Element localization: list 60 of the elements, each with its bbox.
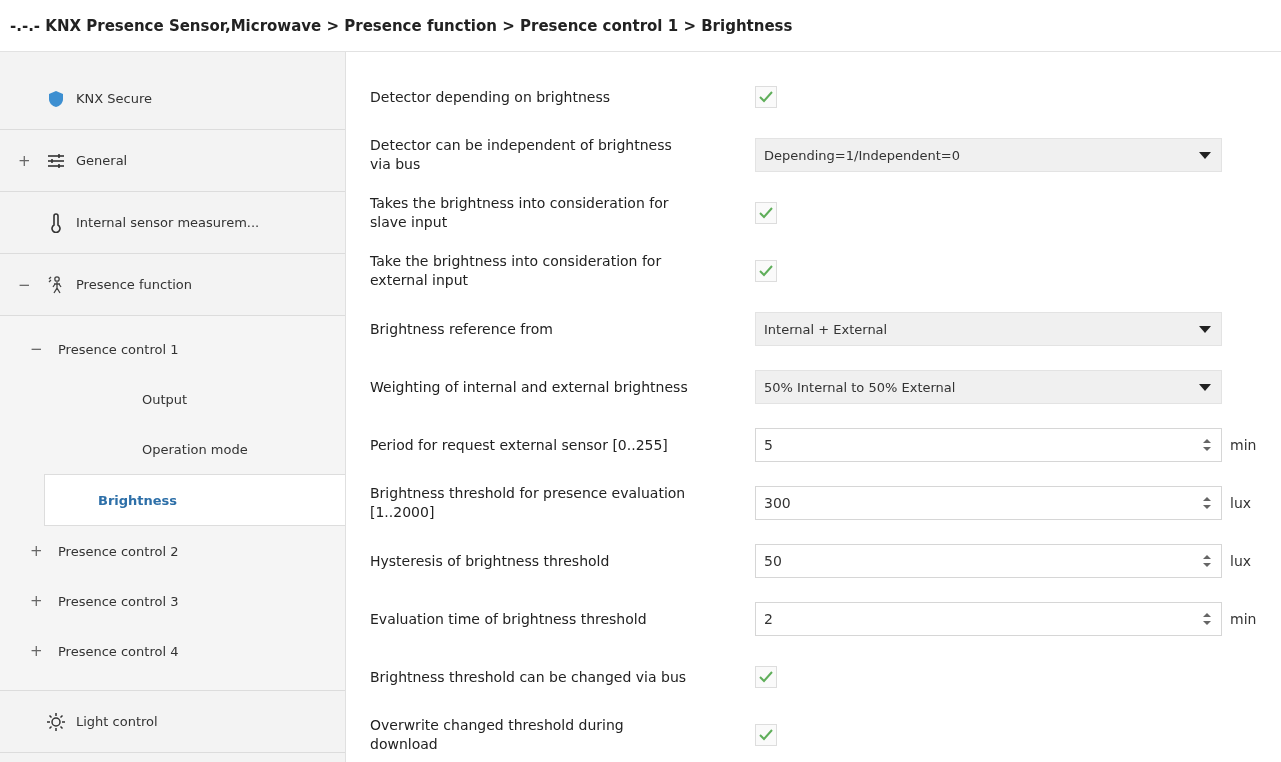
check-icon [759, 671, 773, 683]
caret-icon [1199, 151, 1211, 159]
parameter-label: Detector can be independent of brightness via bus [370, 136, 673, 174]
sidebar-item[interactable]: Internal sensor measurem... [76, 215, 260, 230]
checkbox[interactable] [755, 86, 777, 108]
number-field[interactable]: 2 [755, 602, 1222, 636]
parameter-label: Evaluation time of brightness threshold [370, 609, 648, 629]
sidebar-item[interactable]: Presence control 1 [58, 341, 179, 357]
sidebar-item[interactable]: General [76, 153, 128, 168]
number-field[interactable]: 5 [755, 428, 1222, 462]
spinner-icon [1203, 438, 1211, 452]
expand-toggle[interactable]: + [30, 642, 43, 660]
unit-label: min [1230, 611, 1257, 627]
parameter-label: Detector depending on brightness [370, 87, 612, 107]
check-icon [759, 207, 773, 219]
sun-icon [46, 711, 66, 732]
dropdown[interactable]: Internal + External [755, 312, 1222, 346]
shield-icon [46, 88, 66, 109]
dropdown[interactable]: Depending=1/Independent=0 [755, 138, 1222, 172]
unit-label: lux [1230, 553, 1252, 569]
check-icon [759, 265, 773, 277]
checkbox[interactable] [755, 666, 777, 688]
parameter-label: Weighting of internal and external brightness [370, 377, 689, 397]
dropdown[interactable]: 50% Internal to 50% External [755, 370, 1222, 404]
sidebar-item[interactable]: Presence function [76, 277, 193, 292]
parameter-label: Brightness reference from [370, 319, 554, 339]
parameter-label: Brightness threshold can be changed via bus [370, 667, 688, 687]
expand-toggle[interactable]: + [30, 592, 43, 610]
spinner-icon [1203, 612, 1211, 626]
expand-toggle[interactable]: + [30, 542, 43, 560]
sidebar-item[interactable]: KNX Secure [76, 91, 152, 106]
unit-label: lux [1230, 495, 1252, 511]
expand-toggle[interactable]: + [18, 151, 31, 170]
checkbox[interactable] [755, 202, 777, 224]
spinner-icon [1203, 554, 1211, 568]
sidebar-item[interactable]: Light control [76, 714, 158, 729]
sidebar-item[interactable]: Output [44, 374, 345, 424]
caret-icon [1199, 325, 1211, 333]
check-icon [759, 729, 773, 741]
sidebar-item[interactable]: Operation mode [44, 424, 345, 474]
checkbox[interactable] [755, 724, 777, 746]
checkbox[interactable] [755, 260, 777, 282]
check-icon [759, 91, 773, 103]
parameter-label: Overwrite changed threshold during download [370, 716, 625, 754]
sidebar-item[interactable]: Presence control 2 [58, 543, 179, 559]
sidebar-item[interactable]: Presence control 3 [58, 593, 179, 609]
unit-label: min [1230, 437, 1257, 453]
sidebar-item[interactable]: Brightness [44, 474, 345, 526]
sidebar-item[interactable]: Presence control 4 [58, 643, 179, 659]
expand-toggle[interactable]: − [30, 340, 43, 358]
parameter-label: Period for request external sensor [0..255] [370, 435, 669, 455]
parameter-label: Brightness threshold for presence evaluation [1..2000] [370, 484, 687, 522]
number-field[interactable]: 300 [755, 486, 1222, 520]
number-field[interactable]: 50 [755, 544, 1222, 578]
parameter-label: Takes the brightness into consideration for slave input [370, 194, 670, 232]
expand-toggle[interactable]: − [18, 275, 31, 294]
spinner-icon [1203, 496, 1211, 510]
parameter-label: Take the brightness into consideration for external input [370, 252, 663, 290]
parameter-label: Hysteresis of brightness threshold [370, 551, 611, 571]
caret-icon [1199, 383, 1211, 391]
